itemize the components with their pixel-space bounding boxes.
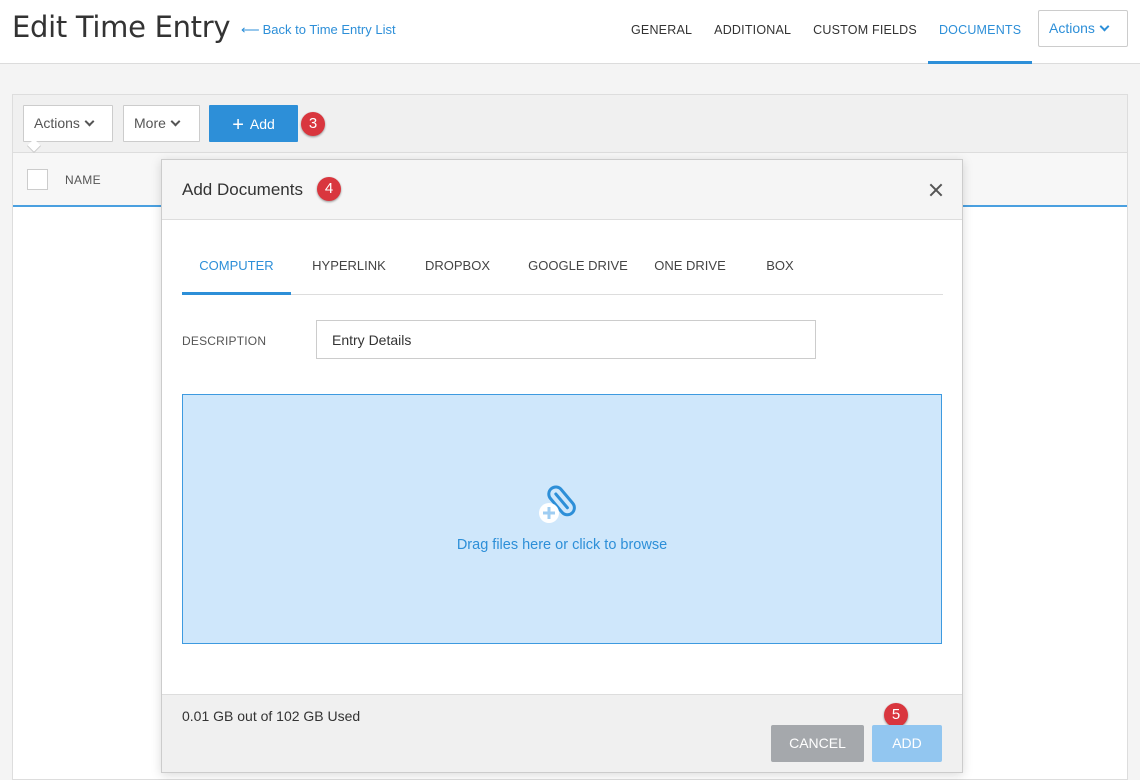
add-document-button[interactable]: + Add <box>209 105 298 142</box>
tab-documents[interactable]: DOCUMENTS <box>927 0 1033 64</box>
toolbar-more-label: More <box>134 115 166 131</box>
tab-box[interactable]: BOX <box>760 240 800 295</box>
tab-google-drive[interactable]: GOOGLE DRIVE <box>526 240 630 295</box>
tab-one-drive[interactable]: ONE DRIVE <box>652 240 728 295</box>
modal-footer: 0.01 GB out of 102 GB Used 5 CANCEL ADD <box>162 694 962 772</box>
step-badge-4: 4 <box>317 177 341 201</box>
description-label: DESCRIPTION <box>182 334 267 348</box>
description-input[interactable] <box>316 320 816 359</box>
page-title: Edit Time Entry <box>12 10 231 44</box>
modal-header: Add Documents 4 <box>162 160 962 220</box>
step-badge-5: 5 <box>884 703 908 727</box>
confirm-add-button[interactable]: ADD <box>872 725 942 762</box>
step-badge-3: 3 <box>301 112 325 136</box>
chevron-down-icon <box>84 116 95 127</box>
source-tabs: COMPUTER HYPERLINK DROPBOX GOOGLE DRIVE … <box>182 240 943 295</box>
plus-icon: + <box>232 114 244 136</box>
file-dropzone[interactable]: Drag files here or click to browse <box>182 394 942 644</box>
chevron-down-icon <box>1099 21 1110 32</box>
column-header-name[interactable]: NAME <box>65 173 101 187</box>
arrow-left-icon: ⟵ <box>241 22 260 37</box>
paperclip-add-icon <box>539 485 576 523</box>
cancel-button[interactable]: CANCEL <box>771 725 864 762</box>
tab-computer[interactable]: COMPUTER <box>182 240 291 295</box>
page-header: Edit Time Entry ⟵ Back to Time Entry List… <box>0 0 1140 64</box>
tab-hyperlink[interactable]: HYPERLINK <box>308 240 390 295</box>
tab-general[interactable]: GENERAL <box>620 0 703 64</box>
tab-custom-fields[interactable]: CUSTOM FIELDS <box>802 0 928 64</box>
dropzone-text: Drag files here or click to browse <box>456 537 668 553</box>
select-all-checkbox[interactable] <box>27 169 48 190</box>
modal-title: Add Documents <box>182 180 303 199</box>
tab-additional[interactable]: ADDITIONAL <box>703 0 802 64</box>
toolbar-more-dropdown[interactable]: More <box>123 105 200 142</box>
storage-usage: 0.01 GB out of 102 GB Used <box>182 708 361 724</box>
tab-dropbox[interactable]: DROPBOX <box>420 240 495 295</box>
add-documents-modal: Add Documents 4 COMPUTER HYPERLINK DROPB… <box>161 159 963 773</box>
close-icon[interactable] <box>926 180 946 200</box>
header-actions-label: Actions <box>1049 20 1095 36</box>
back-to-list-link[interactable]: ⟵ Back to Time Entry List <box>241 22 396 38</box>
back-link-label: Back to Time Entry List <box>262 22 396 37</box>
toolbar-actions-dropdown[interactable]: Actions <box>23 105 113 142</box>
add-button-label: Add <box>249 116 275 132</box>
header-actions-dropdown[interactable]: Actions <box>1038 10 1128 47</box>
chevron-down-icon <box>170 116 181 127</box>
toolbar-actions-label: Actions <box>34 115 80 131</box>
documents-toolbar: Actions More + Add 3 <box>13 95 1127 154</box>
section-tabs: GENERAL ADDITIONAL CUSTOM FIELDS DOCUMEN… <box>620 0 1033 64</box>
